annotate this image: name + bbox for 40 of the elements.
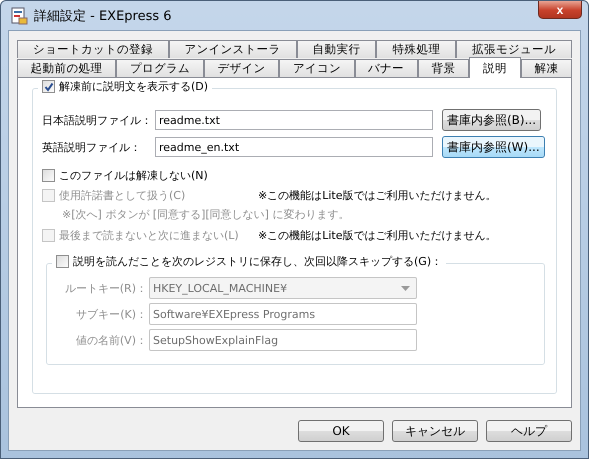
tab[interactable]: 起動前の処理 bbox=[17, 59, 116, 77]
input-field[interactable]: readme.txt bbox=[155, 110, 433, 130]
close-button[interactable]: x bbox=[538, 1, 582, 19]
tab[interactable]: 自動実行 bbox=[296, 40, 376, 58]
document-icon bbox=[10, 6, 28, 24]
dialog-button[interactable]: ヘルプ bbox=[486, 420, 572, 442]
field-label: 値の名前(V)： bbox=[74, 332, 148, 348]
note-text: ※この機能はLite版ではご利用いただけません。 bbox=[258, 228, 496, 242]
checkbox-label: 使用許諾書として扱う(C) bbox=[59, 188, 186, 202]
tab[interactable]: ショートカットの登録 bbox=[17, 40, 169, 58]
tab[interactable]: デザイン bbox=[204, 59, 280, 77]
tab[interactable]: 特殊処理 bbox=[376, 40, 456, 58]
hint-text: ※[次へ] ボタンが [同意する][同意しない] に変わります。 bbox=[61, 207, 350, 223]
input-field[interactable]: readme_en.txt bbox=[155, 137, 433, 157]
field-label: 日本語説明ファイル： bbox=[42, 112, 153, 128]
browse-button[interactable]: 書庫内参照(W)... bbox=[442, 136, 545, 158]
checkbox-label: 最後まで読まないと次に進まない(L) bbox=[59, 228, 239, 242]
tab[interactable]: 拡張モジュール bbox=[456, 40, 572, 58]
window-title: 詳細設定 - EXEpress 6 bbox=[34, 8, 172, 24]
field-label: サブキー(K)： bbox=[75, 306, 148, 322]
browse-button[interactable]: 書庫内参照(B)... bbox=[442, 109, 542, 131]
dialog-button[interactable]: OK bbox=[298, 420, 384, 442]
note-text: ※この機能はLite版ではご利用いただけません。 bbox=[258, 188, 496, 202]
checkbox-label: 解凍前に説明文を表示する(D) bbox=[59, 79, 208, 94]
field-label: ルートキー(R)： bbox=[64, 280, 148, 296]
checkbox[interactable] bbox=[42, 168, 55, 182]
tab[interactable]: アンインストーラ bbox=[168, 40, 297, 58]
tab[interactable]: 背景 bbox=[418, 59, 470, 77]
tab[interactable]: バナー bbox=[354, 59, 418, 77]
tab[interactable]: アイコン bbox=[279, 59, 354, 77]
field-label: 英語説明ファイル： bbox=[42, 140, 142, 154]
tab[interactable]: プログラム bbox=[116, 59, 204, 77]
checkbox-label: 説明を読んだことを次のレジストリに保存し、次回以降スキップする(G)： bbox=[73, 254, 442, 269]
checkbox-label: このファイルは解凍しない(N) bbox=[59, 168, 208, 182]
caret-icon bbox=[401, 286, 410, 290]
checkbox[interactable] bbox=[56, 255, 69, 268]
tab[interactable]: 説明 bbox=[469, 57, 521, 78]
checkbox[interactable] bbox=[42, 80, 55, 93]
tab[interactable]: 解凍 bbox=[520, 59, 572, 77]
dialog-button[interactable]: キャンセル bbox=[392, 420, 478, 442]
